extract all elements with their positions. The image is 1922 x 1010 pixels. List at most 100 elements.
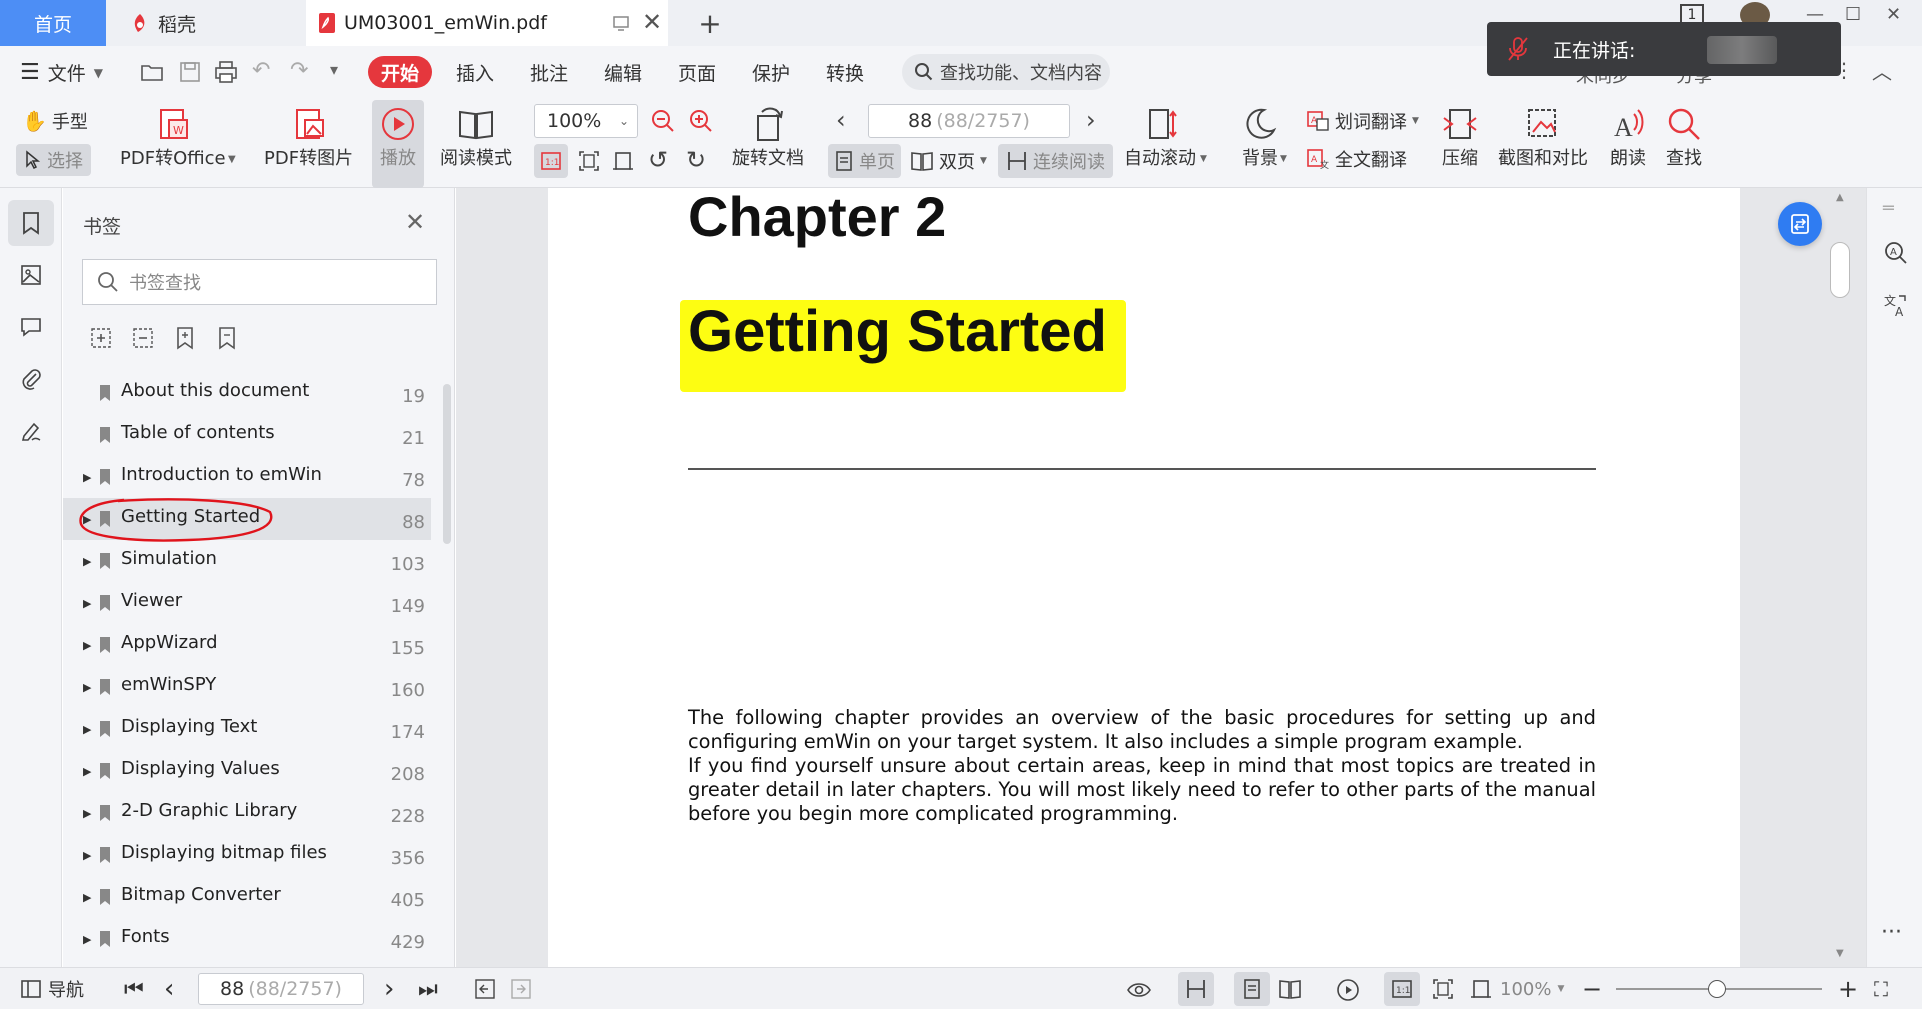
back-icon[interactable] xyxy=(474,978,496,1000)
prev-page-icon[interactable]: ‹ xyxy=(836,106,846,134)
bookmark-item[interactable]: ▶ AppWizard 155 xyxy=(63,624,431,666)
menu-page[interactable]: 页面 xyxy=(678,59,716,86)
next-page-icon[interactable]: › xyxy=(384,968,394,1010)
menu-convert[interactable]: 转换 xyxy=(826,59,864,86)
save-icon[interactable] xyxy=(178,60,202,84)
zoom-out-icon[interactable] xyxy=(650,108,676,134)
tab-pdf-document[interactable]: UM03001_emWin.pdf ✕ xyxy=(306,0,668,46)
expand-arrow-icon[interactable]: ▶ xyxy=(83,807,91,820)
zoom-in-icon[interactable] xyxy=(688,108,714,134)
menu-protect[interactable]: 保护 xyxy=(752,59,790,86)
bookmark-item[interactable]: Table of contents 21 xyxy=(63,414,431,456)
expand-arrow-icon[interactable]: ▶ xyxy=(83,765,91,778)
forward-icon[interactable] xyxy=(510,978,532,1000)
bookmark-item[interactable]: ▶ Viewer 149 xyxy=(63,582,431,624)
collapse-ribbon-icon[interactable]: ︿ xyxy=(1872,56,1892,85)
translate-icon[interactable]: 文A xyxy=(1883,292,1909,318)
page-number-input[interactable]: 88 (88/2757) xyxy=(868,104,1070,138)
auto-scroll-button[interactable]: 自动滚动 xyxy=(1124,104,1196,170)
expand-arrow-icon[interactable]: ▶ xyxy=(83,933,91,946)
bookmark-item[interactable]: ▶ Displaying Text 174 xyxy=(63,708,431,750)
maximize-icon[interactable]: ☐ xyxy=(1845,4,1861,25)
feature-search-input[interactable]: 查找功能、文档内容 xyxy=(902,54,1110,90)
close-tab-icon[interactable]: ✕ xyxy=(642,8,662,36)
chevron-down-icon[interactable]: ▼ xyxy=(1280,154,1287,164)
actual-size-button[interactable]: 1:1 xyxy=(534,144,568,178)
attachment-panel-button[interactable] xyxy=(8,356,54,402)
fullscreen-icon[interactable]: ⛶ xyxy=(1874,968,1888,1010)
undo-icon[interactable]: ↶ xyxy=(252,58,270,83)
comment-panel-button[interactable] xyxy=(8,304,54,350)
compress-button[interactable]: 压缩 xyxy=(1440,104,1480,170)
continuous-read-button[interactable]: 连续阅读 xyxy=(998,144,1113,178)
expand-arrow-icon[interactable]: ▶ xyxy=(83,891,91,904)
navigation-toggle[interactable]: 导航 xyxy=(20,968,84,1010)
word-translate-button[interactable]: A 划词翻译 ▼ xyxy=(1306,108,1419,134)
rotate-left-icon[interactable]: ↺ xyxy=(648,146,668,174)
menu-insert[interactable]: 插入 xyxy=(456,59,494,86)
bookmark-item[interactable]: ▶ 2-D Graphic Library 228 xyxy=(63,792,431,834)
collapse-all-icon[interactable] xyxy=(131,326,155,350)
fit-page-icon[interactable] xyxy=(578,150,600,172)
expand-arrow-icon[interactable]: ▶ xyxy=(83,723,91,736)
first-page-icon[interactable]: ⏮ xyxy=(124,968,144,1010)
bookmark-item[interactable]: ▶ Simulation 103 xyxy=(63,540,431,582)
expand-arrow-icon[interactable]: ▶ xyxy=(83,555,91,568)
vertical-scrollbar-thumb[interactable] xyxy=(1830,242,1850,298)
redo-icon[interactable]: ↷ xyxy=(290,58,308,83)
pdf-to-office-button[interactable]: W PDF转Office xyxy=(120,104,226,170)
scroll-down-arrow-icon[interactable]: ▼ xyxy=(1836,948,1844,959)
expand-arrow-icon[interactable]: ▶ xyxy=(83,471,91,484)
menu-annotate[interactable]: 批注 xyxy=(530,59,568,86)
more-options-icon[interactable]: ··· xyxy=(1881,920,1902,945)
expand-arrow-icon[interactable]: ▶ xyxy=(83,681,91,694)
delete-bookmark-icon[interactable] xyxy=(215,326,239,350)
find-button[interactable]: 查找 xyxy=(1664,104,1704,170)
expand-arrow-icon[interactable]: ▶ xyxy=(83,849,91,862)
play-button[interactable]: 播放 xyxy=(372,100,424,188)
menu-lines-icon[interactable]: ═ xyxy=(1883,198,1894,219)
bookmark-scrollbar[interactable] xyxy=(443,384,451,544)
bookmark-panel-button[interactable] xyxy=(8,200,54,246)
ai-search-icon[interactable]: A xyxy=(1883,240,1909,266)
bookmark-item[interactable]: ▶ Displaying bitmap files 356 xyxy=(63,834,431,876)
zoom-select[interactable]: 100% ⌄ xyxy=(534,104,638,138)
tab-home[interactable]: 首页 xyxy=(0,0,106,46)
hand-tool-button[interactable]: ✋ 手型 xyxy=(22,108,88,134)
bookmark-search-input[interactable]: 书签查找 xyxy=(82,259,437,305)
zoom-in-icon[interactable]: + xyxy=(1838,968,1858,1010)
next-page-icon[interactable]: › xyxy=(1086,106,1096,134)
expand-all-icon[interactable] xyxy=(89,326,113,350)
bookmark-item[interactable]: ▶ Fonts 429 xyxy=(63,918,431,960)
read-aloud-button[interactable]: A 朗读 xyxy=(1608,104,1648,170)
fit-width-icon[interactable] xyxy=(1470,978,1492,1000)
double-page-button[interactable]: 双页 ▼ xyxy=(910,148,987,174)
new-tab-button[interactable]: + xyxy=(690,0,730,46)
bookmark-item[interactable]: ▶ Introduction to emWin 78 xyxy=(63,456,431,498)
chevron-down-icon[interactable]: ▼ xyxy=(1200,154,1207,164)
full-translate-button[interactable]: A文 全文翻译 xyxy=(1306,146,1407,172)
tab-daoke[interactable]: 稻壳 xyxy=(110,0,300,46)
bookmark-item[interactable]: ▶ Displaying Values 208 xyxy=(63,750,431,792)
screen-icon[interactable] xyxy=(612,14,630,32)
signature-panel-button[interactable] xyxy=(8,408,54,454)
print-icon[interactable] xyxy=(214,60,238,84)
rotate-right-icon[interactable]: ↻ xyxy=(686,146,706,174)
double-page-icon[interactable] xyxy=(1278,978,1302,1000)
add-bookmark-icon[interactable] xyxy=(173,326,197,350)
close-icon[interactable]: ✕ xyxy=(405,208,425,236)
expand-arrow-icon[interactable]: ▶ xyxy=(83,597,91,610)
screenshot-compare-button[interactable]: 截图和对比 xyxy=(1498,104,1588,170)
single-page-mode-button[interactable] xyxy=(1234,972,1270,1006)
file-menu[interactable]: ☰ 文件 ▼ xyxy=(20,59,103,86)
bookmark-item[interactable]: ▶ Bitmap Converter 405 xyxy=(63,876,431,918)
last-page-icon[interactable]: ⏭ xyxy=(418,968,438,1010)
pdf-to-image-button[interactable]: PDF转图片 xyxy=(264,104,353,170)
actual-size-button[interactable]: 1:1 xyxy=(1384,972,1420,1006)
expand-arrow-icon[interactable]: ▶ xyxy=(83,639,91,652)
close-window-icon[interactable]: ✕ xyxy=(1886,4,1901,25)
zoom-out-icon[interactable]: − xyxy=(1582,968,1602,1010)
thumbnail-panel-button[interactable] xyxy=(8,252,54,298)
rotate-document-button[interactable]: 旋转文档 xyxy=(732,104,804,170)
status-zoom-select[interactable]: 100% ▼ xyxy=(1500,968,1564,1010)
